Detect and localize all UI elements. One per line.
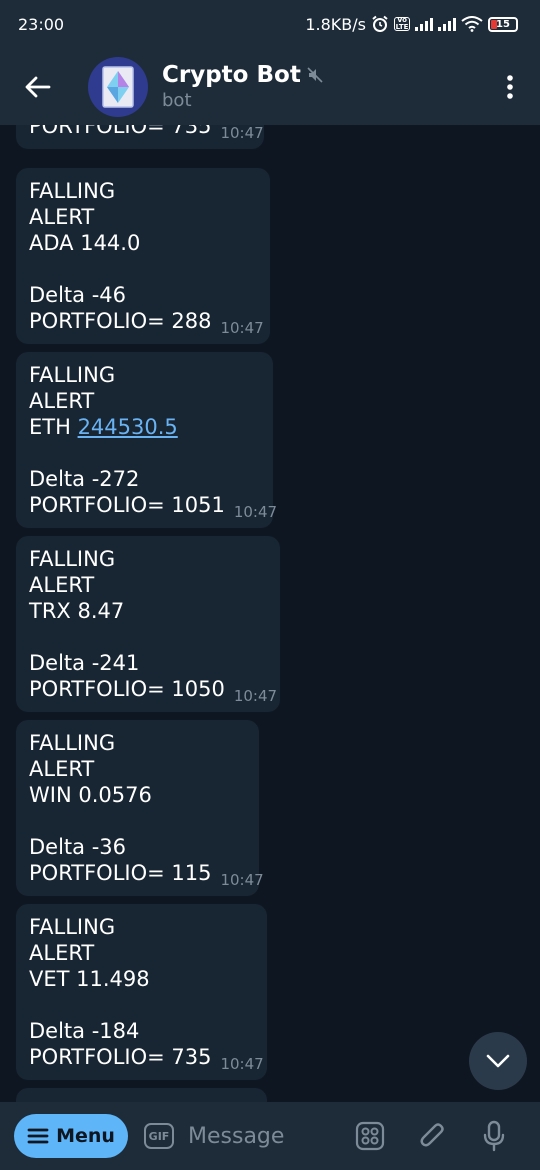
message-time: 10:47 [220,1055,264,1073]
message-line: ADA 144.0 [29,231,141,255]
message-line: WIN 0.0576 [29,783,152,807]
battery-level: 15 [496,18,510,30]
bot-commands-button[interactable] [350,1116,390,1156]
message-time: 10:47 [233,503,278,521]
more-vertical-icon [507,74,513,99]
chat-title: Crypto Bot [162,62,301,88]
message-time: 10:47 [220,319,264,337]
message-line: PORTFOLIO= 1050 [29,677,225,701]
message-line [29,624,267,650]
message-line: Delta -36 [29,835,127,859]
message-line: ETH [29,415,78,439]
message-bubble[interactable]: PORTFOLIO= 735 10:47 [16,125,264,149]
back-arrow-icon [25,76,51,97]
chat-title-block[interactable]: Crypto Bot bot [162,62,480,111]
grid-icon [355,1121,385,1151]
message-bubble[interactable]: FALLING ALERT ADA 144.0 Delta -46 PORTFO… [16,168,270,344]
muted-icon [307,67,323,83]
message-time: 10:47 [220,125,264,142]
bot-menu-button[interactable]: Menu [14,1114,128,1158]
message-time: 10:47 [220,871,264,889]
message-line [29,440,260,466]
price-link[interactable]: 244530.5 [78,415,178,439]
message-line: FALLING [29,363,116,387]
message-line: Delta -272 [29,467,140,491]
message-line: Delta -184 [29,1019,140,1043]
message-input[interactable] [188,1123,338,1149]
status-time: 23:00 [18,14,65,34]
message-line: PORTFOLIO= 735 [29,1045,212,1069]
message-line: FALLING [29,547,116,571]
menu-lines-icon [27,1128,49,1144]
voice-button[interactable] [474,1116,514,1156]
message-input-bar: Menu GIF [0,1102,540,1170]
scroll-to-bottom-button[interactable] [469,1032,527,1090]
message-time: 10:47 [233,687,278,705]
chat-subtitle: bot [162,90,192,111]
message-line: FALLING [29,731,116,755]
bot-avatar[interactable] [88,56,148,117]
back-button[interactable] [0,48,76,125]
message-list[interactable]: PORTFOLIO= 735 10:47 FALLING ALERT ADA 1… [0,125,540,1102]
paperclip-icon [420,1123,444,1147]
message-line: FALLING [29,915,116,939]
message-bubble[interactable]: FALLING ALERT TRX 8.47 Delta -241 PORTFO… [16,536,280,712]
message-line: PORTFOLIO= 288 [29,309,212,333]
status-bar: 23:00 1.8KB/s Vo LTE 15 [0,0,540,48]
more-options-button[interactable] [480,48,540,125]
network-speed: 1.8KB/s [305,14,366,34]
message-line [29,992,254,1018]
message-line [29,808,246,834]
message-line [29,256,257,282]
status-icons: 1.8KB/s Vo LTE 15 [305,15,518,34]
message-line: PORTFOLIO= 735 [29,125,212,138]
message-line: ALERT [29,757,95,781]
message-bubble[interactable]: FALLING ALERT ETH 244530.5 Delta -272 PO… [16,352,277,528]
message-line: TRX 8.47 [29,599,125,623]
message-line: ALERT [29,573,95,597]
alarm-icon [372,15,388,32]
chat-header: Crypto Bot bot [0,48,540,125]
message-line: Delta -241 [29,651,140,675]
menu-label: Menu [56,1125,115,1147]
battery-icon: 15 [488,16,518,32]
message-line: ALERT [29,389,95,413]
message-line: PORTFOLIO= 115 [29,861,212,885]
signal-icon-2 [438,17,456,31]
signal-icon-1 [415,17,433,31]
crystal-card-icon [102,65,134,108]
message-line: ALERT [29,205,95,229]
attach-button[interactable] [412,1116,452,1156]
message-bubble-partial[interactable] [16,1088,267,1102]
message-line: ALERT [29,941,95,965]
message-line: PORTFOLIO= 1051 [29,493,225,517]
gif-icon[interactable]: GIF [144,1123,174,1149]
volte-icon: Vo LTE [394,16,410,31]
message-line: FALLING [29,179,116,203]
message-bubble[interactable]: FALLING ALERT VET 11.498 Delta -184 PORT… [16,904,267,1080]
wifi-icon [461,16,483,32]
message-bubble[interactable]: FALLING ALERT WIN 0.0576 Delta -36 PORTF… [16,720,264,896]
chevron-down-icon [486,1054,510,1068]
microphone-icon [483,1120,505,1152]
message-line: Delta -46 [29,283,127,307]
message-line: VET 11.498 [29,967,150,991]
